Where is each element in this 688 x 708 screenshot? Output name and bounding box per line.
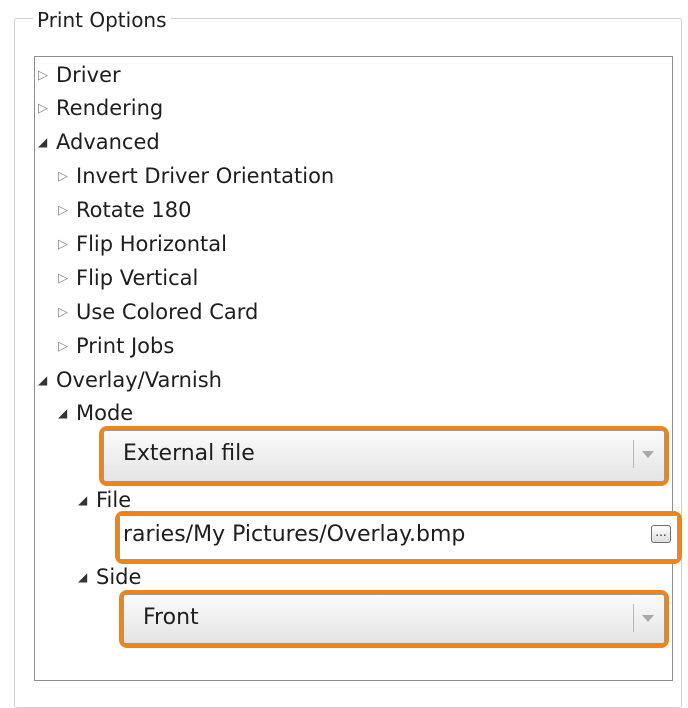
tree-item-invert-driver-orientation[interactable]: ▷ Invert Driver Orientation [58, 163, 334, 190]
expand-arrow-icon[interactable]: ▷ [58, 164, 76, 190]
dropdown-arrow-icon[interactable] [642, 615, 654, 622]
tree-item-file[interactable]: ◢ File [78, 487, 131, 513]
collapse-arrow-icon[interactable]: ◢ [78, 487, 96, 513]
expand-arrow-icon[interactable]: ▷ [58, 334, 76, 360]
expand-arrow-icon[interactable]: ▷ [38, 63, 56, 89]
tree-item-label: Use Colored Card [76, 300, 259, 324]
tree-item-advanced[interactable]: ◢ Advanced [38, 129, 160, 155]
side-highlight: Front [119, 590, 669, 648]
file-highlight: raries/My Pictures/Overlay.bmp ... [115, 511, 682, 564]
group-title: Print Options [33, 6, 171, 34]
tree-item-label: Side [96, 565, 142, 589]
tree-item-label: Advanced [56, 130, 160, 154]
combobox-separator [633, 440, 634, 468]
browse-button[interactable]: ... [651, 525, 671, 543]
tree-item-label: Overlay/Varnish [56, 368, 222, 392]
expand-arrow-icon[interactable]: ▷ [58, 232, 76, 258]
tree-item-label: Flip Horizontal [76, 232, 227, 256]
tree-item-label: File [96, 488, 132, 512]
tree-item-use-colored-card[interactable]: ▷ Use Colored Card [58, 299, 258, 326]
collapse-arrow-icon[interactable]: ◢ [38, 129, 56, 155]
tree-item-rotate-180[interactable]: ▷ Rotate 180 [58, 197, 192, 224]
tree-item-label: Mode [76, 401, 134, 425]
file-path-value: raries/My Pictures/Overlay.bmp [123, 522, 466, 547]
expand-arrow-icon[interactable]: ▷ [58, 300, 76, 326]
tree-item-flip-vertical[interactable]: ▷ Flip Vertical [58, 265, 198, 292]
tree-item-flip-horizontal[interactable]: ▷ Flip Horizontal [58, 231, 227, 258]
combobox-separator [633, 604, 634, 632]
expand-arrow-icon[interactable]: ▷ [58, 198, 76, 224]
side-value: Front [143, 605, 199, 630]
tree-item-label: Invert Driver Orientation [76, 164, 335, 188]
side-combobox[interactable]: Front [123, 594, 665, 644]
tree-item-side[interactable]: ◢ Side [78, 564, 141, 590]
tree-item-driver[interactable]: ▷ Driver [38, 62, 121, 89]
tree-item-label: Rendering [56, 96, 164, 120]
tree-item-label: Print Jobs [76, 334, 175, 358]
collapse-arrow-icon[interactable]: ◢ [78, 564, 96, 590]
expand-arrow-icon[interactable]: ▷ [38, 96, 56, 122]
file-path-field[interactable]: raries/My Pictures/Overlay.bmp ... [119, 515, 678, 560]
collapse-arrow-icon[interactable]: ◢ [58, 400, 76, 426]
collapse-arrow-icon[interactable]: ◢ [38, 367, 56, 393]
mode-combobox[interactable]: External file [103, 430, 665, 482]
tree-item-label: Flip Vertical [76, 266, 199, 290]
tree-item-overlay-varnish[interactable]: ◢ Overlay/Varnish [38, 367, 222, 393]
tree-item-print-jobs[interactable]: ▷ Print Jobs [58, 333, 174, 360]
expand-arrow-icon[interactable]: ▷ [58, 266, 76, 292]
mode-highlight: External file [99, 426, 669, 486]
tree-item-rendering[interactable]: ▷ Rendering [38, 95, 163, 122]
mode-value: External file [123, 441, 255, 466]
tree-item-label: Rotate 180 [76, 198, 192, 222]
tree-item-label: Driver [56, 63, 121, 87]
tree-item-mode[interactable]: ◢ Mode [58, 400, 133, 426]
dropdown-arrow-icon[interactable] [642, 451, 654, 458]
